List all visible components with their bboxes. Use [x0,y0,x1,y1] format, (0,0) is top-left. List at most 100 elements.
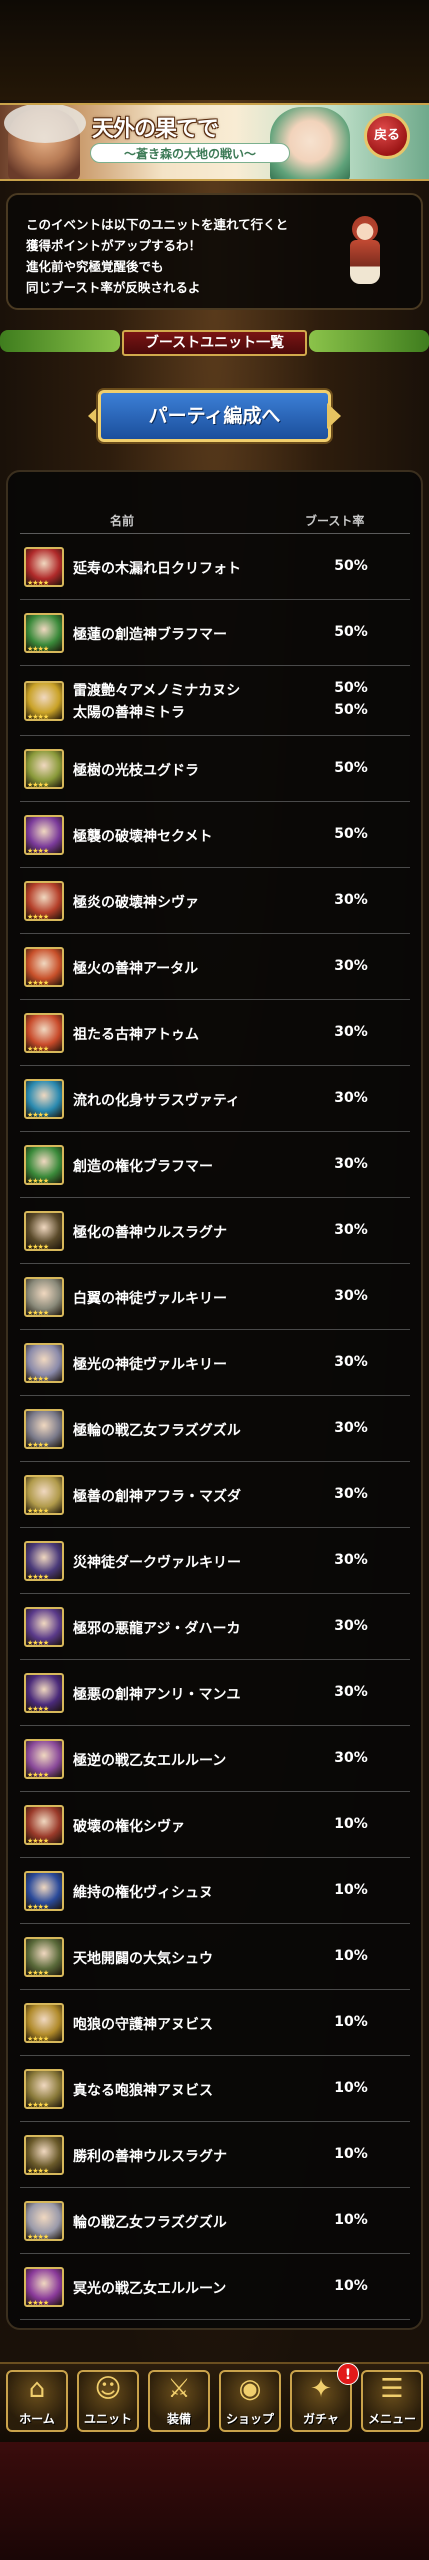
unit-name: 極逆の戦乙女エルルーン [73,1753,227,1769]
unit-name: 極善の創神アフラ・マズダ [73,1489,241,1505]
unit-icon[interactable] [24,1343,64,1383]
unit-icon[interactable] [24,2003,64,2043]
unit-icon[interactable] [24,1739,64,1779]
boost-rate: 30% [334,1222,368,1238]
unit-name: 勝利の善神ウルスラグナ [73,2149,227,2165]
nav-label: ショップ [225,2412,274,2426]
unit-icon[interactable] [24,613,64,653]
unit-icon[interactable] [24,1079,64,1119]
unit-icon[interactable] [24,1871,64,1911]
table-row: 維持の権化ヴィシュヌ 10% [20,1858,410,1924]
boost-rate: 30% [334,1354,368,1370]
unit-icon[interactable] [24,749,64,789]
table-row: 極悪の創神アンリ・マンユ 30% [20,1660,410,1726]
boost-rate: 50% [334,826,368,842]
unit-name: 冥光の戦乙女エルルーン [73,2281,227,2297]
table-row: 延寿の木漏れ日クリフォト 50% [20,534,410,600]
bottom-decoration [0,2442,429,2560]
unit-icon[interactable] [24,2069,64,2109]
nav-unit-button[interactable]: ☺ ユニット [77,2370,139,2432]
unit-icon[interactable] [24,947,64,987]
nav-equipment-button[interactable]: ⚔ 装備 [148,2370,210,2432]
party-button-wrap[interactable]: パーティ編成へ [88,386,341,446]
table-row: 白翼の神徒ヴァルキリー 30% [20,1264,410,1330]
column-header-rate: ブースト率 [305,514,365,528]
unit-icon[interactable] [24,1013,64,1053]
home-icon: ⌂ [28,2374,46,2404]
unit-icon[interactable] [24,1937,64,1977]
unit-icon[interactable] [24,881,64,921]
gacha-badge: ! [337,2363,359,2385]
unit-name: 極襲の破壊神セクメト [73,829,213,845]
unit-name: 延寿の木漏れ日クリフォト [73,561,241,577]
table-row: 天地開闢の大気シュウ 10% [20,1924,410,1990]
unit-name: 創造の権化ブラフマー [73,1159,213,1175]
unit-icon[interactable] [24,2135,64,2175]
boost-rate: 50% [334,624,368,640]
guide-character [348,216,382,288]
back-button[interactable]: 戻る [364,113,410,159]
nav-home-button[interactable]: ⌂ ホーム [6,2370,68,2432]
table-row: 雷渡艶々アメノミナカヌシ 50% 太陽の善神ミトラ 50% [20,666,410,736]
unit-icon[interactable] [24,1805,64,1845]
boost-rate: 30% [334,1618,368,1634]
nav-label: メニュー [367,2412,416,2426]
unit-name: 破壊の権化シヴァ [73,1819,185,1835]
table-row: 極邪の悪龍アジ・ダハーカ 30% [20,1594,410,1660]
unit-icon[interactable] [24,1475,64,1515]
unit-name: 極邪の悪龍アジ・ダハーカ [73,1621,241,1637]
table-row: 咆狼の守護神アヌビス 10% [20,1990,410,2056]
table-row: 極逆の戦乙女エルルーン 30% [20,1726,410,1792]
table-row: 冥光の戦乙女エルルーン 10% [20,2254,410,2320]
unit-icon[interactable] [24,547,64,587]
unit-icon[interactable] [24,1409,64,1449]
table-row: 破壊の権化シヴァ 10% [20,1792,410,1858]
vine-ornament-right [309,330,429,352]
unit-name: 極樹の光枝ユグドラ [73,763,199,779]
unit-name: 極光の神徒ヴァルキリー [73,1357,227,1373]
table-row: 真なる咆狼神アヌビス 10% [20,2056,410,2122]
unit-icon[interactable] [24,1277,64,1317]
boost-rate: 30% [334,1684,368,1700]
table-row: 極善の創神アフラ・マズダ 30% [20,1462,410,1528]
boost-rate: 10% [334,2278,368,2294]
unit-icon[interactable] [24,1607,64,1647]
nav-menu-button[interactable]: ☰ メニュー [361,2370,423,2432]
unit-icon[interactable] [24,2267,64,2307]
boost-rate: 50% [334,558,368,574]
arrow-right-icon [327,403,341,429]
boost-rate: 10% [334,2212,368,2228]
table-row: 極輪の戦乙女フラズグズル 30% [20,1396,410,1462]
party-edit-button[interactable]: パーティ編成へ [98,390,331,442]
table-row: 極蓮の創造神ブラフマー 50% [20,600,410,666]
unit-icon[interactable] [24,681,64,721]
unit-icon[interactable] [24,1211,64,1251]
unit-name: 流れの化身サラスヴァティ [73,1093,240,1109]
unit-name: 天地開闢の大気シュウ [73,1951,213,1967]
unit-name: 維持の権化ヴィシュヌ [73,1885,213,1901]
unit-name: 白翼の神徒ヴァルキリー [73,1291,227,1307]
unit-icon[interactable] [24,1541,64,1581]
nav-label: ホーム [19,2412,55,2426]
column-header-name: 名前 [110,514,135,528]
table-row: 勝利の善神ウルスラグナ 10% [20,2122,410,2188]
table-row: 輪の戦乙女フラズグズル 10% [20,2188,410,2254]
unit-icon[interactable] [24,1673,64,1713]
table-row: 極光の神徒ヴァルキリー 30% [20,1330,410,1396]
banner-character-left [4,105,86,179]
menu-icon: ☰ [380,2374,404,2404]
nav-label: 装備 [166,2412,191,2426]
unit-name: 極蓮の創造神ブラフマー [73,627,227,643]
unit-icon[interactable] [24,815,64,855]
boost-rate: 10% [334,2080,368,2096]
table-row: 極火の善神アータル 30% [20,934,410,1000]
nav-shop-button[interactable]: ◉ ショップ [219,2370,281,2432]
unit-icon[interactable] [24,1145,64,1185]
unit-icon[interactable] [24,2201,64,2241]
boost-rate: 30% [334,1552,368,1568]
table-row: 極樹の光枝ユグドラ 50% [20,736,410,802]
boost-rate: 30% [334,1156,368,1172]
table-row: 極炎の破壊神シヴァ 30% [20,868,410,934]
boost-rate: 50% [334,680,368,696]
boost-rate: 10% [334,1816,368,1832]
